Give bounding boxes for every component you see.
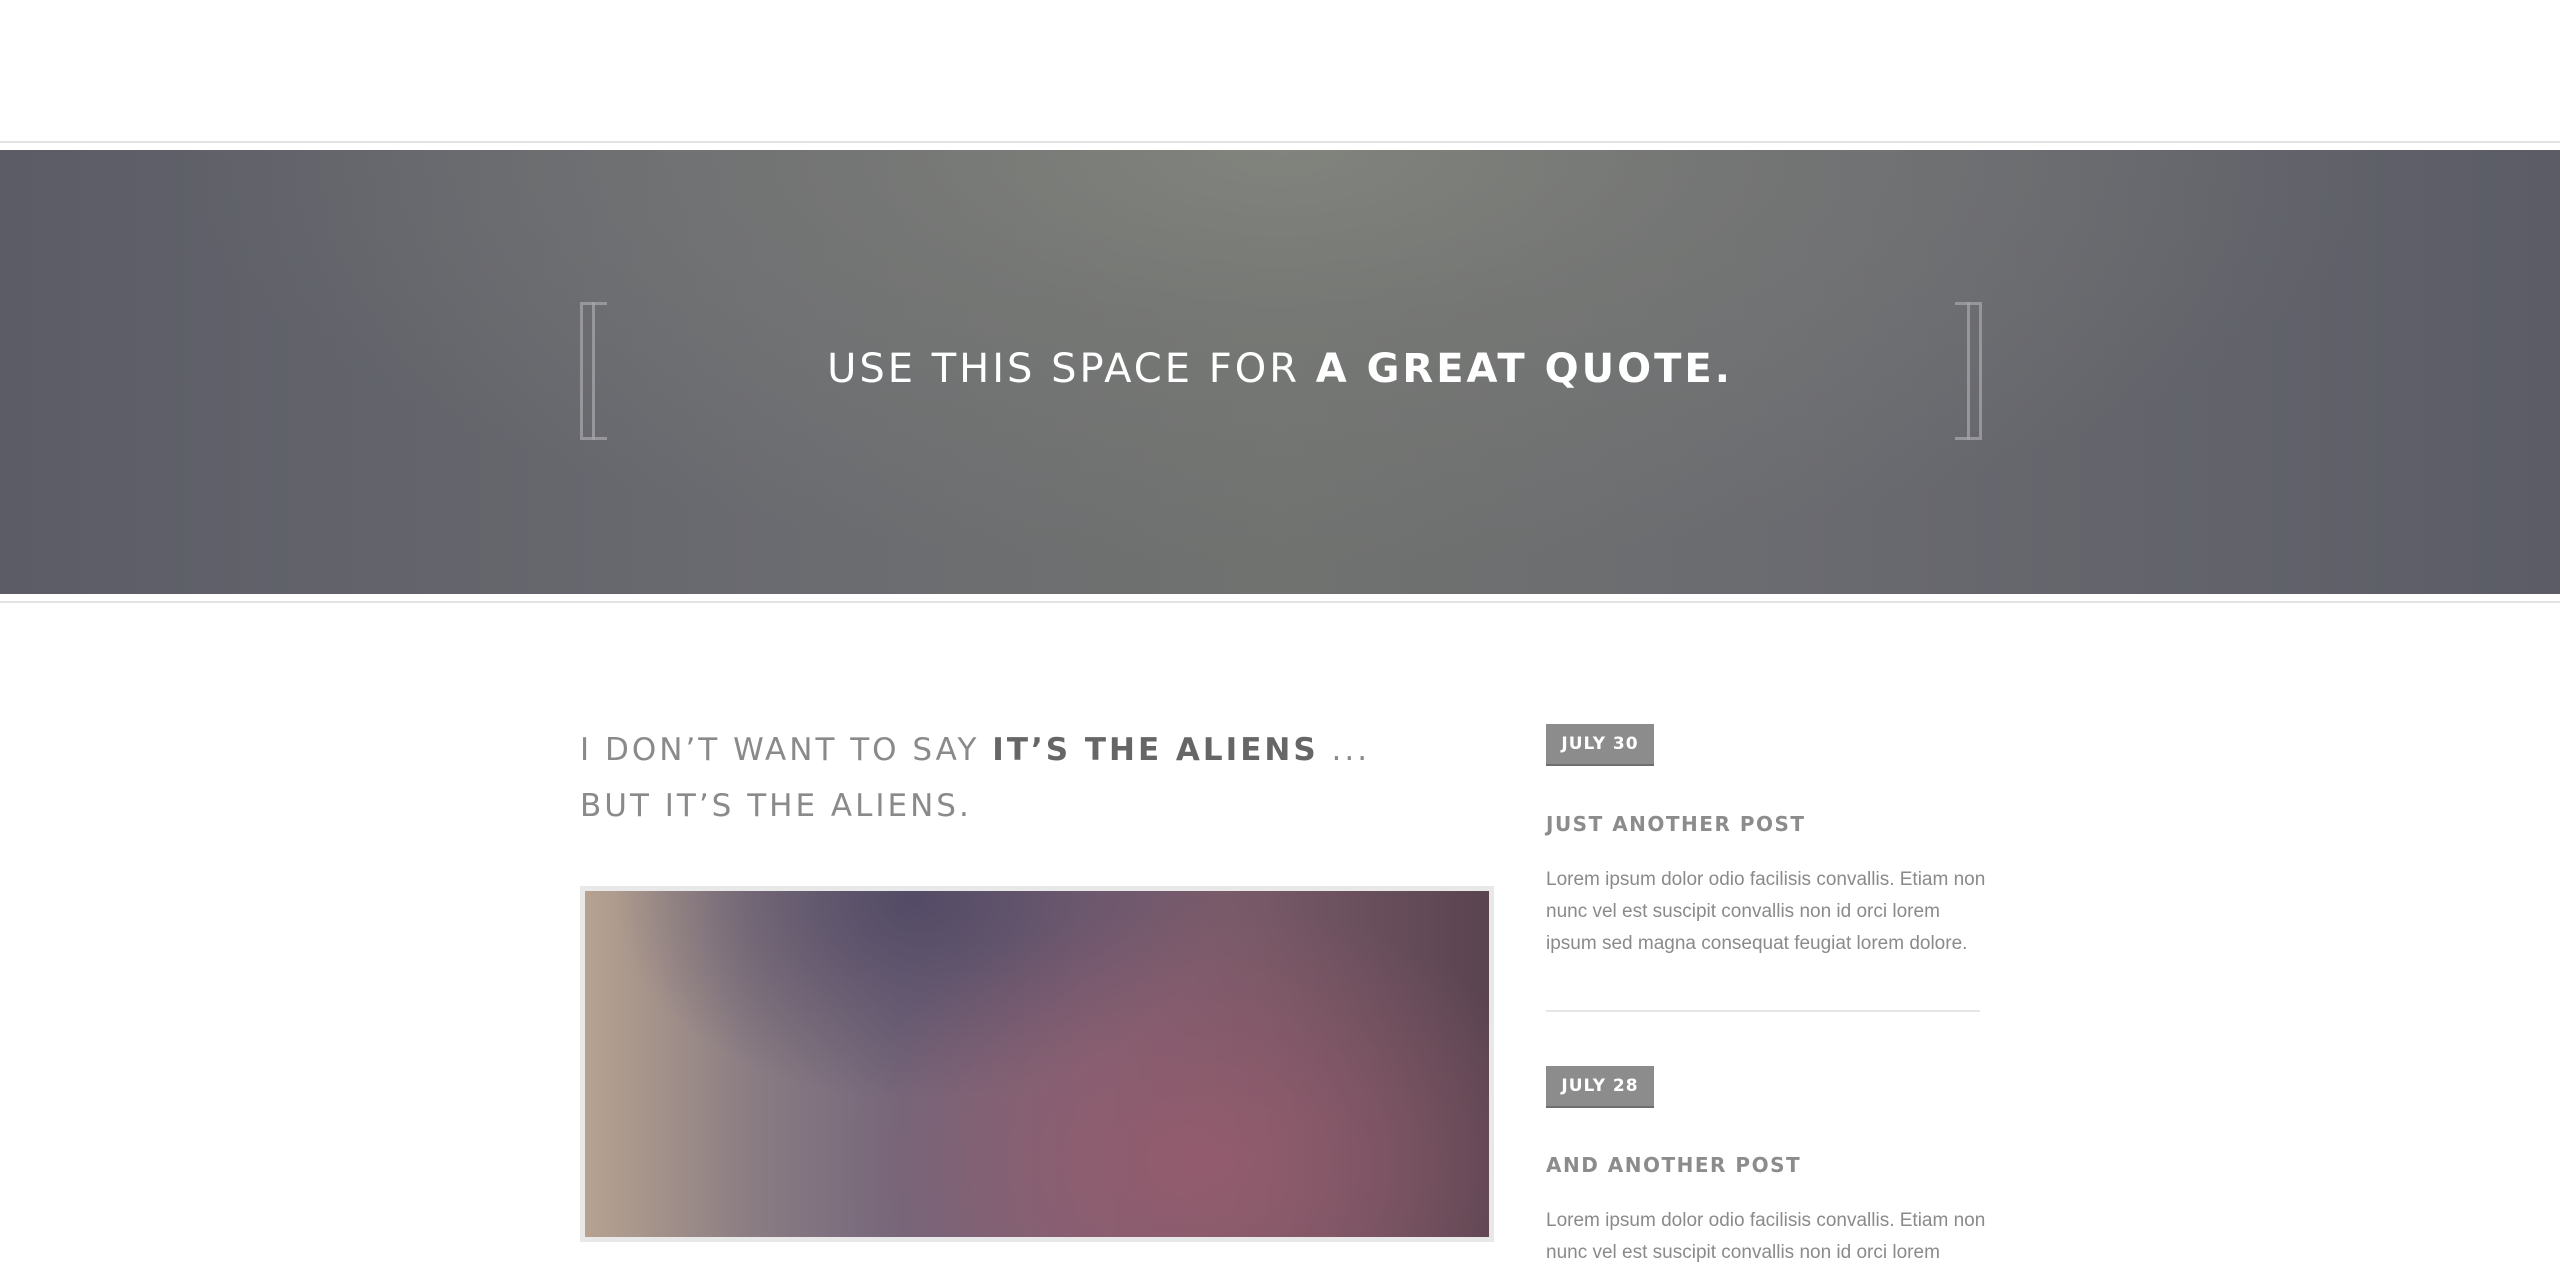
post-date-badge: JULY 30 — [1546, 724, 1654, 764]
post-date-badge: JULY 28 — [1546, 1066, 1654, 1106]
headline-line-2: BUT IT’S THE ALIENS. — [580, 788, 972, 824]
post-excerpt: Lorem ipsum dolor odio facilisis convall… — [1546, 1210, 1986, 1263]
quote-emphasis: A GREAT QUOTE — [1315, 346, 1715, 392]
headline-emphasis: IT’S THE ALIENS — [992, 732, 1319, 768]
header-divider — [0, 141, 2560, 143]
post-divider — [1546, 1010, 1980, 1012]
banner-divider — [0, 601, 2560, 603]
quote-suffix: . — [1714, 346, 1733, 392]
post-title-link[interactable]: AND ANOTHER POST — [1546, 1153, 1801, 1177]
headline-line-1: I DON’T WANT TO SAY IT’S THE ALIENS ... — [580, 722, 1500, 778]
quote-text: USE THIS SPACE FOR A GREAT QUOTE. — [0, 346, 2560, 392]
headline-prefix: I DON’T WANT TO SAY — [580, 732, 993, 768]
article-headline: I DON’T WANT TO SAY IT’S THE ALIENS ... … — [580, 722, 1500, 834]
quote-banner: USE THIS SPACE FOR A GREAT QUOTE. — [0, 150, 2560, 594]
page: USE THIS SPACE FOR A GREAT QUOTE. I DON’… — [0, 0, 2560, 1271]
post-excerpt: Lorem ipsum dolor odio facilisis convall… — [1546, 869, 1986, 954]
post-title-link[interactable]: JUST ANOTHER POST — [1546, 812, 1806, 836]
quote-prefix: USE THIS SPACE FOR — [827, 346, 1316, 392]
featured-image[interactable] — [580, 886, 1494, 1242]
headline-suffix: ... — [1318, 732, 1371, 768]
header — [0, 0, 2560, 141]
featured-image-fill — [585, 891, 1489, 1237]
